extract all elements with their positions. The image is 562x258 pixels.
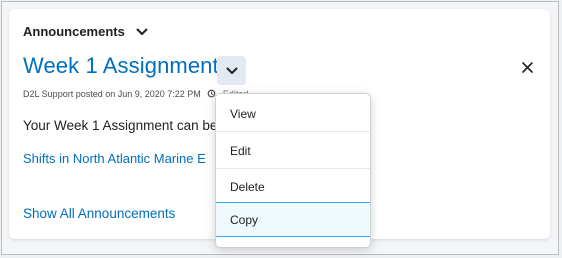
menu-item-copy[interactable]: Copy bbox=[216, 202, 370, 237]
context-menu: View Edit Delete Copy bbox=[215, 93, 371, 248]
announcement-link[interactable]: Shifts in North Atlantic Marine E bbox=[23, 151, 206, 166]
widget-header: Announcements bbox=[23, 24, 149, 39]
chevron-down-icon[interactable] bbox=[135, 25, 149, 39]
close-icon bbox=[521, 61, 533, 73]
menu-item-label: Delete bbox=[230, 179, 265, 194]
widget-title: Announcements bbox=[23, 24, 125, 39]
menu-item-label: Copy bbox=[230, 212, 259, 227]
chevron-down-icon bbox=[226, 67, 238, 75]
menu-item-view[interactable]: View bbox=[216, 96, 370, 132]
dismiss-button[interactable] bbox=[519, 59, 535, 75]
announcement-title[interactable]: Week 1 Assignment bbox=[23, 53, 219, 79]
post-meta-text: D2L Support posted on Jun 9, 2020 7:22 P… bbox=[23, 89, 201, 99]
menu-item-edit[interactable]: Edit bbox=[216, 133, 370, 169]
show-all-announcements-link[interactable]: Show All Announcements bbox=[23, 206, 175, 221]
menu-item-label: View bbox=[230, 106, 256, 121]
context-menu-button[interactable] bbox=[217, 56, 246, 85]
menu-item-label: Edit bbox=[230, 143, 251, 158]
menu-item-delete[interactable]: Delete bbox=[216, 169, 370, 205]
announcement-body: Your Week 1 Assignment can be bbox=[23, 118, 218, 133]
